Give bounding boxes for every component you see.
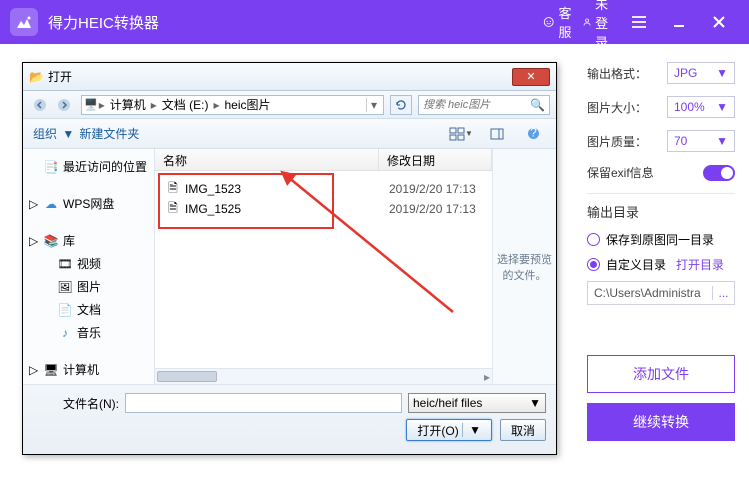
minimize-button[interactable] [663, 6, 695, 38]
organize-menu[interactable]: 组织 ▼ [33, 125, 69, 142]
dialog-titlebar: 📂 打开 ✕ [23, 63, 556, 91]
tree-pictures[interactable]: 🖼图片 [27, 275, 150, 298]
exif-toggle[interactable] [703, 165, 735, 181]
path-text: C:\Users\Administra [588, 286, 712, 300]
login-label: 未登录 [595, 0, 615, 51]
radio-icon [587, 233, 600, 246]
tree-panel: 📑最近访问的位置 ▷☁WPS网盘 ▷📚库 🎞视频 🖼图片 📄文档 ♪音乐 ▷🖥计… [23, 149, 155, 384]
folder-icon: 📂 [29, 70, 44, 84]
file-icon: 🗎 [165, 202, 181, 216]
file-header: 名称 修改日期 [155, 149, 492, 171]
toolbar: 组织 ▼ 新建文件夹 ▼ ? [23, 119, 556, 149]
dialog-close-button[interactable]: ✕ [512, 68, 550, 86]
help-button[interactable]: ? [520, 124, 546, 144]
search-input[interactable] [423, 99, 530, 111]
back-button[interactable] [29, 95, 51, 115]
cancel-button[interactable]: 取消 [500, 419, 546, 441]
add-files-button[interactable]: 添加文件 [587, 355, 735, 393]
new-folder-button[interactable]: 新建文件夹 [79, 125, 139, 142]
filename-input[interactable] [125, 393, 402, 413]
file-row[interactable]: 🗎 IMG_1523 2019/2/20 17:13 [165, 179, 482, 199]
file-icon: 🗎 [165, 182, 181, 196]
preview-pane-button[interactable] [484, 124, 510, 144]
support-label: 客服 [558, 3, 575, 41]
format-label: 输出格式： [587, 65, 647, 82]
tree-library[interactable]: ▷📚库 [27, 229, 150, 252]
file-row[interactable]: 🗎 IMG_1525 2019/2/20 17:13 [165, 199, 482, 219]
tree-music[interactable]: ♪音乐 [27, 321, 150, 344]
search-box[interactable]: 🔍 [418, 95, 550, 115]
svg-text:?: ? [530, 127, 537, 140]
computer-icon: 🖥️ [84, 98, 98, 111]
outdir-title: 输出目录 [587, 202, 735, 221]
forward-button[interactable] [53, 95, 75, 115]
open-dialog: 📂 打开 ✕ 🖥️ ▸ 计算机 ▸ 文档 (E:) ▸ heic图片 ▾ [22, 62, 557, 455]
file-list: 🗎 IMG_1523 2019/2/20 17:13 🗎 IMG_1525 20… [155, 171, 492, 227]
tree-docs[interactable]: 📄文档 [27, 298, 150, 321]
preview-pane: 选择要预览的文件。 [492, 149, 556, 384]
file-name: IMG_1525 [185, 202, 385, 216]
app-name: 得力HEIC转换器 [48, 12, 159, 33]
radio-icon [587, 258, 600, 271]
exif-label: 保留exif信息 [587, 164, 654, 181]
crumb-2[interactable]: heic图片 [220, 96, 274, 114]
breadcrumb[interactable]: 🖥️ ▸ 计算机 ▸ 文档 (E:) ▸ heic图片 ▾ [81, 95, 384, 115]
titlebar: 得力HEIC转换器 客服 未登录 [0, 0, 749, 44]
format-select[interactable]: JPG▼ [667, 62, 735, 84]
file-date: 2019/2/20 17:13 [389, 202, 476, 216]
tree-recent[interactable]: 📑最近访问的位置 [27, 155, 150, 178]
support-button[interactable]: 客服 [543, 6, 575, 38]
quality-label: 图片质量： [587, 133, 647, 150]
open-button[interactable]: 打开(O) ▼ [406, 419, 492, 441]
filetype-select[interactable]: heic/heif files▼ [408, 393, 546, 413]
options-panel: 输出格式： JPG▼ 图片大小： 100%▼ 图片质量： 70▼ 保留exif信… [587, 44, 749, 500]
quality-select[interactable]: 70▼ [667, 130, 735, 152]
nav-bar: 🖥️ ▸ 计算机 ▸ 文档 (E:) ▸ heic图片 ▾ 🔍 [23, 91, 556, 119]
close-button[interactable] [703, 6, 735, 38]
file-name: IMG_1523 [185, 182, 385, 196]
view-mode-button[interactable]: ▼ [448, 124, 474, 144]
size-select[interactable]: 100%▼ [667, 96, 735, 118]
file-date: 2019/2/20 17:13 [389, 182, 476, 196]
h-scrollbar[interactable]: ◂▸ [155, 368, 492, 384]
file-area: 名称 修改日期 🗎 IMG_1523 2019/2/20 17:13 🗎 IMG… [155, 149, 492, 384]
crumb-0[interactable]: 计算机 [106, 96, 150, 114]
tree-computer[interactable]: ▷🖥计算机 [27, 358, 150, 381]
dialog-footer: 文件名(N): heic/heif files▼ 打开(O) ▼ 取消 [23, 384, 556, 454]
tree-wps[interactable]: ▷☁WPS网盘 [27, 192, 150, 215]
radio-custom-dir[interactable]: 自定义目录 打开目录 [587, 256, 735, 273]
menu-button[interactable] [623, 6, 655, 38]
tree-video[interactable]: 🎞视频 [27, 252, 150, 275]
dialog-title: 打开 [48, 68, 72, 85]
app-logo [10, 8, 38, 36]
size-label: 图片大小： [587, 99, 647, 116]
continue-button[interactable]: 继续转换 [587, 403, 735, 441]
path-box: C:\Users\Administra ... [587, 281, 735, 305]
open-dir-link[interactable]: 打开目录 [676, 256, 724, 273]
filename-label: 文件名(N): [33, 395, 119, 412]
browse-button[interactable]: ... [712, 286, 734, 300]
refresh-button[interactable] [390, 95, 412, 115]
search-icon: 🔍 [530, 98, 545, 112]
radio-same-dir[interactable]: 保存到原图同一目录 [587, 231, 735, 248]
crumb-1[interactable]: 文档 (E:) [158, 96, 213, 114]
col-date[interactable]: 修改日期 [379, 149, 492, 170]
col-name[interactable]: 名称 [155, 149, 379, 170]
login-button[interactable]: 未登录 [583, 6, 615, 38]
